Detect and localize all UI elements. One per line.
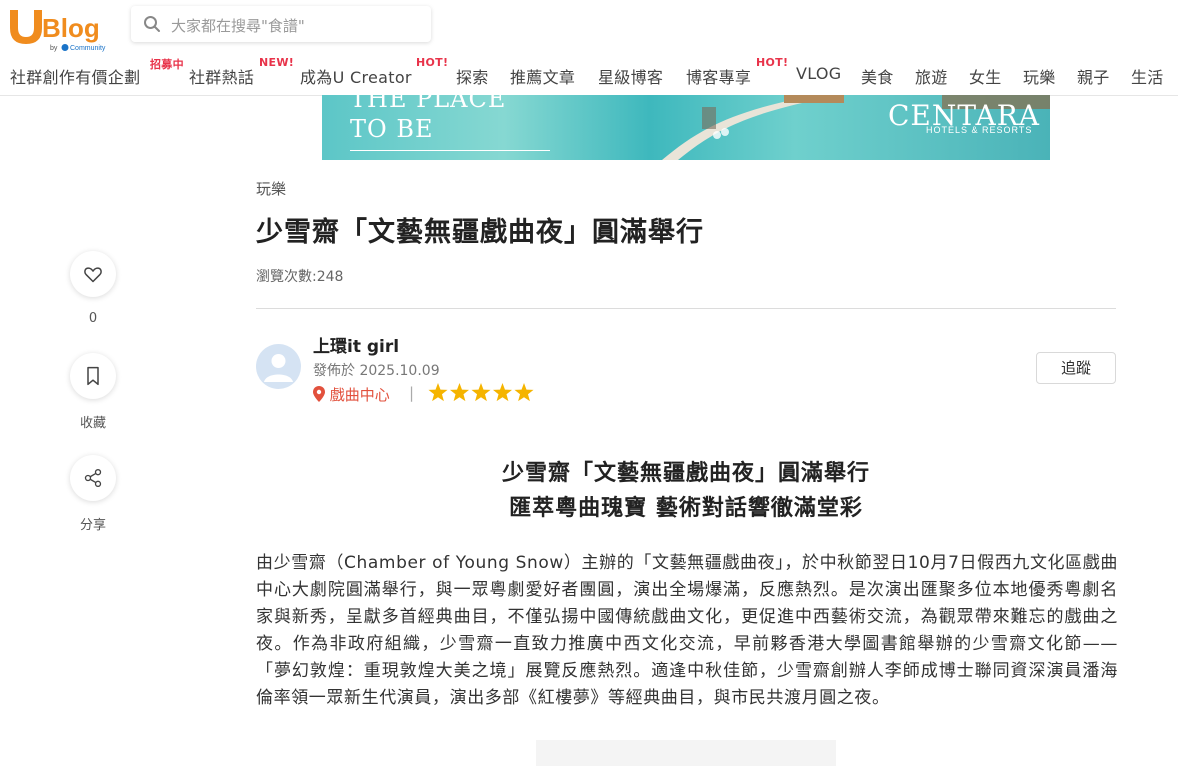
share-label: 分享 (79, 518, 106, 533)
nav-item-travel[interactable]: 旅遊 (915, 64, 948, 88)
nav-item-recommended[interactable]: 推薦文章 (510, 64, 575, 88)
user-icon (264, 354, 293, 382)
nav-item-explore[interactable]: 探索 (456, 64, 489, 88)
svg-text:Community: Community (70, 45, 106, 52)
article-title: 少雪齋「文藝無疆戲曲夜」圓滿舉行 (256, 217, 704, 248)
star-icon (449, 383, 470, 402)
heart-icon (84, 267, 102, 283)
author-name[interactable]: 上環it girl (313, 332, 399, 357)
star-icon (471, 383, 491, 402)
nav-item-vlog[interactable]: VLOG (796, 64, 841, 83)
article-category[interactable]: 玩樂 (256, 178, 286, 199)
main-nav: 社群創作有價企劃 招募中 社群熱話 NEW! 成為U Creator HOT! 探索 … (0, 56, 1178, 92)
nav-item-fun[interactable]: 玩樂 (1023, 64, 1056, 88)
search-input[interactable]: 大家都在搜尋"食譜" (171, 15, 305, 36)
bookmark-button[interactable] (70, 353, 116, 399)
article-subheading: 匯萃粵曲瑰寶 藝術對話響徹滿堂彩 (509, 496, 863, 521)
author-avatar[interactable] (256, 344, 301, 389)
bookmark-label: 收藏 (79, 416, 106, 431)
nav-item-creator-program[interactable]: 社群創作有價企劃 招募中 (10, 58, 184, 88)
nav-item-star-bloggers[interactable]: 星級博客 (598, 64, 663, 88)
location-label: 戲曲中心 (329, 386, 390, 404)
recruiting-badge: 招募中 (150, 58, 184, 71)
banner-divider (350, 150, 550, 151)
nav-item-community-talk[interactable]: 社群熱話 NEW! (189, 56, 294, 88)
publish-date: 發佈於 2025.10.09 (313, 363, 440, 379)
banner-brand-sub: HOTELS & RESORTS (926, 125, 1033, 135)
like-count: 0 (88, 311, 98, 326)
ad-banner[interactable]: THE PLACE TO BE CENTARA HOTELS & RESORTS (322, 95, 1050, 160)
new-badge: NEW! (259, 56, 295, 69)
star-icon (492, 383, 513, 402)
search-bar[interactable]: 大家都在搜尋"食譜" (131, 6, 431, 42)
like-button[interactable] (70, 251, 116, 297)
article-body: 由少雪齋（Chamber of Young Snow）主辦的「文藝無疆戲曲夜」，… (256, 553, 1118, 708)
star-icon (514, 383, 534, 402)
share-icon (84, 469, 102, 487)
site-header: Blog by Community 大家都在搜尋"食譜" 社群創作有價企劃 招募中… (0, 0, 1178, 96)
inline-ad-slot (536, 740, 836, 766)
location-link[interactable]: 戲曲中心 (313, 384, 390, 405)
banner-headline-1: THE PLACE (350, 95, 507, 113)
bookmark-icon (87, 366, 99, 386)
location-pin-icon (313, 386, 325, 402)
star-icon (428, 383, 448, 402)
follow-button[interactable]: 追蹤 (1036, 352, 1116, 384)
search-icon (144, 16, 160, 32)
nav-item-women[interactable]: 女生 (969, 64, 1002, 88)
banner-headline-2: TO BE (350, 115, 434, 143)
hot-badge: HOT! (416, 56, 449, 69)
view-count: 瀏覽次數:248 (256, 269, 344, 285)
share-button[interactable] (70, 455, 116, 501)
hot-badge: HOT! (756, 56, 789, 69)
meta-separator: | (409, 384, 415, 402)
svg-text:by: by (50, 45, 58, 52)
nav-item-blogger-exclusive[interactable]: 博客專享 HOT! (686, 56, 788, 88)
nav-item-lifestyle[interactable]: 生活 (1131, 64, 1164, 88)
ublog-logo[interactable]: Blog by Community (6, 4, 110, 54)
rating-stars (428, 382, 538, 408)
nav-item-food[interactable]: 美食 (861, 64, 894, 88)
article-heading: 少雪齋「文藝無疆戲曲夜」圓滿舉行 (501, 461, 870, 486)
divider (256, 308, 1116, 309)
nav-item-become-creator[interactable]: 成為U Creator HOT! (300, 56, 448, 88)
logo-blog-text: Blog (42, 13, 100, 43)
nav-item-family[interactable]: 親子 (1077, 64, 1110, 88)
